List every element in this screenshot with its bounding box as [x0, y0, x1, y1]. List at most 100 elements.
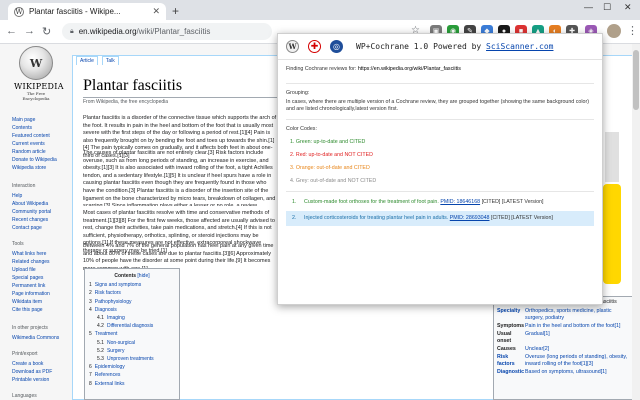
review-entry: Injected corticosteroids for treating pl… — [304, 215, 553, 222]
sidebar-link[interactable]: Contact page — [12, 224, 51, 232]
toc-label[interactable]: Non-surgical — [107, 340, 135, 346]
color-code-item: 1. Green: up-to-date and CITED — [290, 139, 366, 145]
sidebar-link[interactable]: Download as PDF — [12, 368, 52, 376]
infobox-key[interactable]: Specialty — [497, 308, 525, 322]
scrollbar-thumb[interactable] — [633, 50, 639, 110]
page-title: Plantar fasciitis — [83, 77, 278, 98]
sidebar-link[interactable]: Featured content — [12, 132, 57, 140]
forward-icon[interactable]: → — [24, 25, 35, 37]
pmid-link[interactable]: PMID: 18646168 — [440, 199, 480, 205]
sidebar-link[interactable]: Permanent link — [12, 282, 50, 290]
infobox-key[interactable]: Diagnostic — [497, 369, 525, 376]
sidebar-link[interactable]: Special pages — [12, 274, 50, 282]
review-entry: Custom-made foot orthoses for the treatm… — [304, 199, 543, 206]
infobox-value[interactable]: Orthopedics, sports medicine, plastic su… — [525, 308, 629, 322]
page-tabs: Article Talk — [76, 56, 119, 65]
sidebar-link[interactable]: Printable version — [12, 376, 52, 384]
toc-item[interactable]: 7 References — [89, 371, 175, 379]
sidebar-link[interactable]: Wikidata item — [12, 298, 50, 306]
toc-item[interactable]: 6 Epidemiology — [89, 363, 175, 371]
review-row: 2. Injected corticosteroids for treating … — [286, 211, 594, 226]
url-path: /wiki/Plantar_fasciitis — [136, 27, 211, 36]
toc-item[interactable]: 2 Risk factors — [89, 289, 175, 297]
toc-number: 5.1 — [97, 339, 104, 346]
sidebar-link[interactable]: Create a book — [12, 360, 52, 368]
sidebar-link[interactable]: Random article — [12, 148, 57, 156]
sidebar-link[interactable]: Cite this page — [12, 306, 50, 314]
tab-talk[interactable]: Talk — [101, 56, 119, 65]
sidebar-heading: Tools — [12, 241, 24, 247]
infobox-key[interactable]: Risk factors — [497, 354, 525, 368]
sidebar-link[interactable]: Contents — [12, 124, 57, 132]
toc-label[interactable]: Differential diagnosis — [107, 323, 153, 329]
toc-label[interactable]: Unproven treatments — [107, 356, 154, 362]
sidebar-link[interactable]: Page information — [12, 290, 50, 298]
wikipedia-favicon-icon: W — [14, 6, 24, 17]
toc-label[interactable]: Epidemiology — [95, 364, 125, 370]
popup-body: Finding Cochrane reviews for: https://en… — [278, 60, 602, 233]
new-tab-button[interactable]: + — [172, 4, 179, 18]
toc-item[interactable]: 3 Pathophysiology — [89, 298, 175, 306]
toc-item[interactable]: 5.2 Surgery — [89, 347, 175, 355]
sidebar-link[interactable]: Wikimedia Commons — [12, 334, 59, 342]
sidebar-link[interactable]: Upload file — [12, 266, 50, 274]
toc-item[interactable]: 4.2 Differential diagnosis — [89, 322, 175, 330]
toc-item[interactable]: 8 External links — [89, 380, 175, 388]
browser-tab[interactable]: W Plantar fasciitis - Wikipe... ✕ — [8, 3, 166, 20]
toc-item[interactable]: 5.1 Non-surgical — [89, 339, 175, 347]
sidebar-link[interactable]: Donate to Wikipedia — [12, 156, 57, 164]
infobox-value[interactable]: Unclear[2] — [525, 346, 629, 353]
toc-label[interactable]: References — [95, 372, 121, 378]
infobox-value[interactable]: Gradual[1] — [525, 331, 629, 345]
sidebar-link[interactable]: Wikipedia store — [12, 164, 57, 172]
toc-label[interactable]: Treatment — [95, 331, 118, 337]
finding-url: https://en.wikipedia.org/wiki/Plantar_fa… — [357, 66, 461, 72]
profile-avatar[interactable] — [607, 24, 621, 38]
address-bar[interactable]: 🔒︎ en.wikipedia.org/wiki/Plantar_fasciit… — [62, 23, 272, 40]
back-icon[interactable]: ← — [6, 25, 17, 37]
reload-icon[interactable]: ↻ — [42, 25, 51, 38]
toc-hide-toggle[interactable]: [hide] — [137, 273, 149, 279]
sidebar-link[interactable]: What links here — [12, 250, 50, 258]
toc-item[interactable]: 4.1 Imaging — [89, 314, 175, 322]
toc-label[interactable]: Pathophysiology — [95, 299, 132, 305]
toc-label[interactable]: Risk factors — [95, 290, 121, 296]
toc-label[interactable]: External links — [95, 381, 125, 387]
toc-label[interactable]: Imaging — [107, 315, 125, 321]
toc-number: 4 — [89, 306, 92, 313]
toc-label[interactable]: Signs and symptoms — [95, 282, 141, 288]
maximize-icon[interactable]: ☐ — [603, 2, 611, 13]
tab-article[interactable]: Article — [76, 56, 98, 65]
sidebar-link[interactable]: Recent changes — [12, 216, 51, 224]
infobox-value[interactable]: Pain in the heel and bottom of the foot[… — [525, 323, 629, 330]
toc-number: 5 — [89, 331, 92, 338]
infobox-key: Symptoms — [497, 323, 525, 329]
infobox-key: Usual onset — [497, 331, 512, 344]
sidebar-link[interactable]: Related changes — [12, 258, 50, 266]
toc-item[interactable]: 4 Diagnosis — [89, 306, 175, 314]
close-window-icon[interactable]: ✕ — [624, 2, 632, 13]
sidebar-link[interactable]: About Wikipedia — [12, 200, 51, 208]
sidebar-link[interactable]: Community portal — [12, 208, 51, 216]
sciscanner-link[interactable]: SciScanner.com — [486, 42, 553, 51]
sidebar-link[interactable]: Current events — [12, 140, 57, 148]
pmid-link[interactable]: PMID: 28693048 — [450, 215, 490, 221]
color-code-item: 3. Orange: out-of-date and CITED — [290, 165, 370, 171]
close-tab-icon[interactable]: ✕ — [152, 6, 160, 17]
table-of-contents: Contents [hide] 1 Signs and symptoms 2 Risk… — [84, 268, 180, 400]
infobox-value[interactable]: Overuse (long periods of standing), obes… — [525, 354, 629, 368]
wikipedia-logo[interactable]: W WIKIPEDIA The Free Encyclopedia — [14, 46, 63, 102]
chrome-menu-icon[interactable]: ⋮ — [627, 24, 638, 37]
infobox-value[interactable]: Based on symptoms, ultrasound[1] — [525, 369, 629, 376]
toc-label[interactable]: Surgery — [107, 348, 125, 354]
page-scrollbar[interactable] — [632, 44, 640, 400]
sidebar-link[interactable]: Main page — [12, 116, 57, 124]
toc-item[interactable]: 1 Signs and symptoms — [89, 281, 175, 289]
toc-label[interactable]: Diagnosis — [95, 307, 117, 313]
article-paragraph: The causes of plantar fasciitis are not … — [83, 150, 276, 206]
review-index: 1. — [292, 199, 297, 205]
toc-item[interactable]: 5.3 Unproven treatments — [89, 355, 175, 363]
sidebar-link[interactable]: Help — [12, 192, 51, 200]
toc-item[interactable]: 5 Treatment — [89, 330, 175, 338]
minimize-icon[interactable]: — — [584, 2, 593, 12]
